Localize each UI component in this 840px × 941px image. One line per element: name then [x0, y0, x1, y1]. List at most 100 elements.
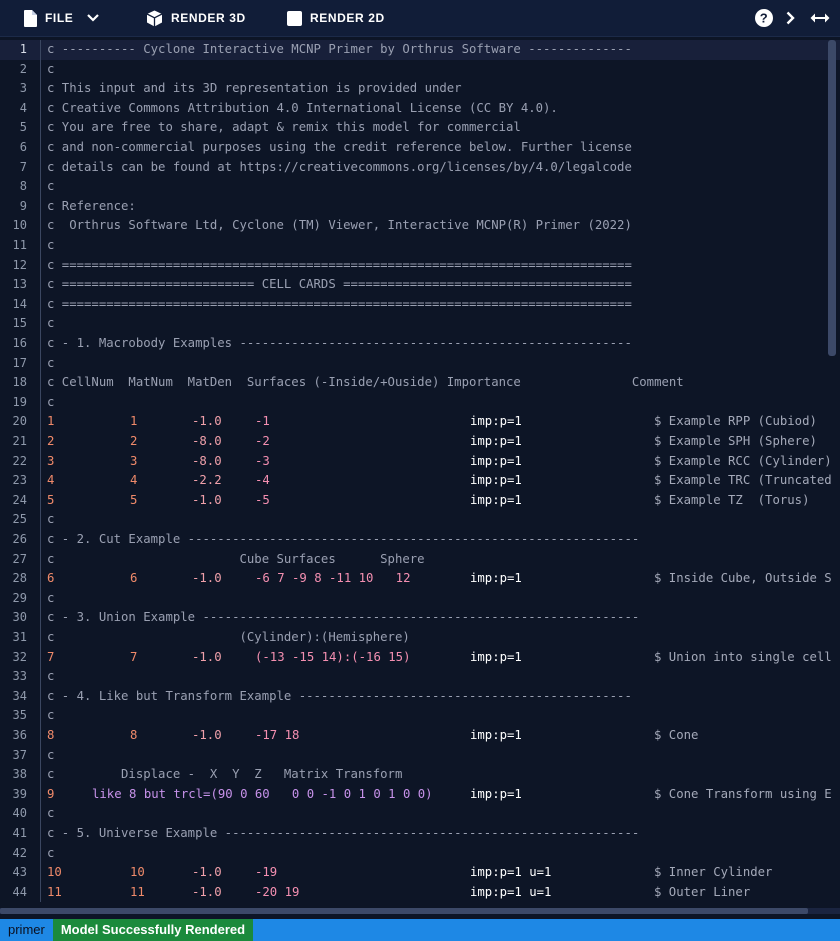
line-gutter: 36: [0, 726, 34, 746]
code-line[interactable]: 26 c - 2. Cut Example -------------------…: [0, 530, 840, 550]
code-line[interactable]: 42 c: [0, 843, 840, 864]
indent-guide: [40, 726, 41, 746]
horizontal-scrollbar[interactable]: [0, 908, 840, 914]
like-but-clause: like 8 but trcl=(90 0 60 0 0 -1 0 1 0 1 …: [92, 786, 433, 801]
code-line[interactable]: 14 c ====================================…: [0, 294, 840, 315]
indent-guide: [40, 588, 41, 609]
line-gutter: 15: [0, 314, 34, 334]
code-line[interactable]: 13 c ========================== CELL CARD…: [0, 275, 840, 295]
line-number: 33: [12, 669, 27, 684]
code-line[interactable]: 16 c - 1. Macrobody Examples ------------…: [0, 334, 840, 354]
code-line[interactable]: 30 c - 3. Union Example -----------------…: [0, 608, 840, 628]
code-line[interactable]: 4 c Creative Commons Attribution 4.0 Inte…: [0, 98, 840, 119]
code-line[interactable]: 31 c (Cylinder):(Hemisphere): [0, 628, 840, 648]
comment-text: c Orthrus Software Ltd, Cyclone (TM) Vie…: [47, 218, 632, 233]
code-line[interactable]: 11 c: [0, 236, 840, 256]
code-line[interactable]: 23 4 4 -2.2 -4 imp:p=1 $ Example TRC (Truncate…: [0, 471, 840, 491]
line-gutter: 34: [0, 687, 34, 707]
code-line[interactable]: 18 c CellNum MatNum MatDen Surfaces (-Ins…: [0, 373, 840, 393]
code-line[interactable]: 41 c - 5. Universe Example --------------…: [0, 824, 840, 844]
code-line[interactable]: 33 c: [0, 667, 840, 687]
code-line[interactable]: 19 c: [0, 392, 840, 413]
line-number: 37: [12, 747, 27, 762]
cell-number: 9: [47, 786, 55, 801]
code-line[interactable]: 28 6 6 -1.0 -6 7 -9 8 -11 10 12 imp:p=1 $ Insi…: [0, 569, 840, 589]
code-line[interactable]: 29 c: [0, 588, 840, 609]
chevron-right-icon: [786, 11, 795, 25]
code-line[interactable]: 35 c: [0, 706, 840, 726]
code-line[interactable]: 7 c details can be found at https://creat…: [0, 157, 840, 178]
code-line[interactable]: 17 c: [0, 353, 840, 374]
indent-guide: [40, 334, 41, 354]
code-line[interactable]: 10 c Orthrus Software Ltd, Cyclone (TM) V…: [0, 216, 840, 236]
code-line[interactable]: 34 c - 4. Like but Transform Example ----…: [0, 686, 840, 707]
help-button[interactable]: ?: [755, 0, 773, 36]
comment-text: c: [47, 708, 55, 723]
line-gutter: 4: [0, 99, 34, 119]
line-gutter: 16: [0, 334, 34, 354]
chevron-down-icon: [87, 14, 100, 22]
code-line[interactable]: 39 9 like 8 but trcl=(90 0 60 0 0 -1 0 1 0…: [0, 784, 840, 805]
line-number: 30: [12, 610, 27, 625]
code-line[interactable]: 38 c Displace - X Y Z Matrix Transform: [0, 765, 840, 785]
material-density: -1.0: [192, 884, 222, 899]
file-menu[interactable]: FILE: [24, 0, 100, 36]
expand-width-button[interactable]: [810, 0, 830, 36]
line-gutter: 10: [0, 216, 34, 236]
line-gutter: 26: [0, 530, 34, 550]
chevron-right-button[interactable]: [786, 0, 795, 36]
code-line[interactable]: 6 c and non-commercial purposes using the…: [0, 138, 840, 158]
indent-guide: [40, 59, 41, 80]
material-number: 3: [130, 453, 138, 468]
line-number: 29: [12, 590, 27, 605]
material-density: -1.0: [192, 728, 222, 742]
code-line[interactable]: 9 c Reference:: [0, 196, 840, 217]
code-line[interactable]: 27 c Cube Surfaces Sphere: [0, 549, 840, 570]
code-line[interactable]: 12 c ====================================…: [0, 255, 840, 276]
code-line[interactable]: 22 3 3 -8.0 -3 imp:p=1 $ Example RCC (Cylinder…: [0, 451, 840, 472]
render-3d-button[interactable]: RENDER 3D: [146, 0, 246, 36]
material-number: 5: [130, 492, 138, 507]
indent-guide: [40, 843, 41, 864]
line-gutter: 38: [0, 765, 34, 785]
code-line[interactable]: 1 c ---------- Cyclone Interactive MCNP P…: [0, 40, 840, 60]
code-line[interactable]: 21 2 2 -8.0 -2 imp:p=1 $ Example SPH (Sphere): [0, 432, 840, 452]
horizontal-scrollbar-thumb[interactable]: [0, 908, 808, 914]
code-line[interactable]: 24 5 5 -1.0 -5 imp:p=1 $ Example TZ (Torus): [0, 490, 840, 511]
material-density: -1.0: [192, 571, 222, 586]
code-line[interactable]: 36 8 8 -1.0 -17 18 imp:p=1 $ Cone: [0, 726, 840, 746]
code-line[interactable]: 37 c: [0, 745, 840, 766]
comment-text: c - 5. Universe Example ----------------…: [47, 826, 640, 840]
line-gutter: 40: [0, 804, 34, 824]
code-line[interactable]: 32 7 7 -1.0 (-13 -15 14):(-16 15) imp:p=1 $ Un…: [0, 647, 840, 668]
line-number: 19: [12, 394, 27, 409]
line-gutter: 6: [0, 138, 34, 158]
vertical-scrollbar[interactable]: [828, 40, 836, 356]
code-line[interactable]: 43 10 10 -1.0 -19 imp:p=1 u=1 $ Inner Cylinder: [0, 863, 840, 883]
material-number: 6: [130, 571, 138, 586]
material-number: 1: [130, 414, 138, 429]
code-line[interactable]: 44 11 11 -1.0 -20 19 imp:p=1 u=1 $ Outer Liner: [0, 882, 840, 903]
material-number: 7: [130, 649, 138, 664]
code-line[interactable]: 20 1 1 -1.0 -1 imp:p=1 $ Example RPP (Cubiod): [0, 412, 840, 432]
code-line[interactable]: 8c: [0, 177, 840, 197]
code-line[interactable]: 25 c: [0, 510, 840, 530]
surfaces: -4: [255, 473, 270, 488]
code-line[interactable]: 3 c This input and its 3D representation …: [0, 79, 840, 99]
code-editor[interactable]: 1 c ---------- Cyclone Interactive MCNP P…: [0, 40, 840, 912]
code-line[interactable]: 15 c: [0, 314, 840, 334]
surfaces: -3: [255, 453, 270, 468]
inline-comment: $ Example TZ (Torus): [654, 492, 810, 507]
line-number: 24: [12, 492, 27, 507]
line-number: 17: [12, 355, 27, 370]
indent-guide: [40, 236, 41, 256]
line-number: 25: [12, 512, 27, 527]
code-line[interactable]: 40 c: [0, 804, 840, 824]
line-gutter: 32: [0, 648, 34, 668]
line-number: 7: [19, 159, 27, 174]
render-2d-button[interactable]: RENDER 2D: [287, 0, 385, 36]
code-line[interactable]: 5 c You are free to share, adapt & remix …: [0, 118, 840, 138]
line-number: 8: [19, 179, 27, 194]
line-gutter: 17: [0, 354, 34, 374]
code-line[interactable]: 2c: [0, 59, 840, 80]
